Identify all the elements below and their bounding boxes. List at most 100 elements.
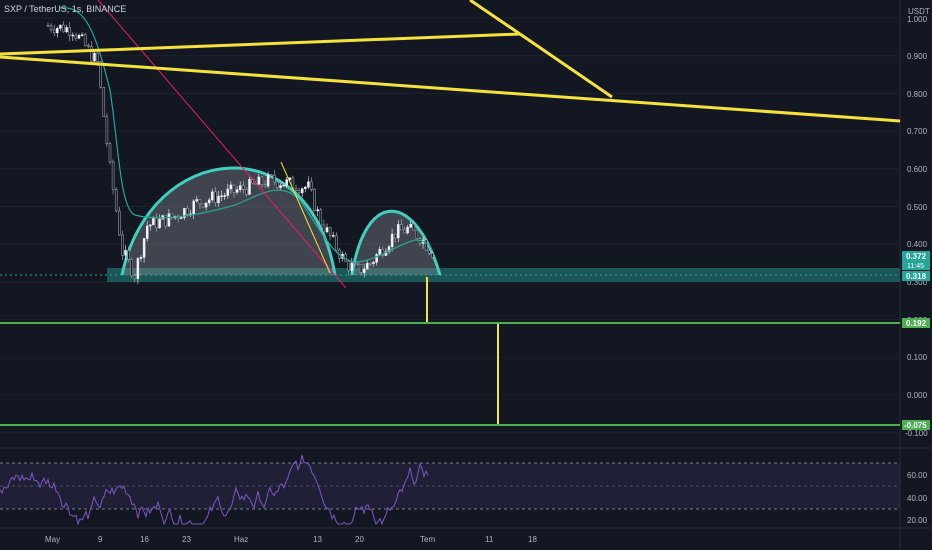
candle-body [127, 250, 130, 260]
candle-body [294, 188, 298, 192]
price-tick: 0.400 [907, 240, 928, 249]
candle-body [87, 45, 90, 47]
candle-body [71, 34, 75, 37]
candle-body [121, 234, 124, 256]
candle-body [62, 24, 65, 33]
candle-body [133, 275, 137, 279]
candle-body [390, 233, 394, 247]
candle-body [248, 179, 251, 195]
time-tick: Tem [420, 535, 435, 544]
candle-body [49, 25, 53, 31]
candle-body [400, 224, 403, 231]
candle-body [220, 195, 223, 198]
candle-body [269, 174, 273, 177]
candle-body [217, 195, 220, 204]
last-price-label: 0.372 [906, 252, 927, 261]
candle-body [136, 258, 140, 279]
rsi-tick: 60.00 [907, 471, 928, 480]
target-2-label: -0.075 [904, 421, 927, 430]
price-tick: 0.800 [907, 90, 928, 99]
candle-body [108, 143, 112, 163]
target-1-label: 0.192 [906, 319, 927, 328]
candle-body [198, 199, 202, 205]
candle-body [322, 224, 326, 233]
candle-body [310, 181, 313, 190]
time-tick: 11 [485, 535, 494, 544]
candle-body [130, 259, 133, 277]
candle-body [335, 235, 338, 251]
candle-body [375, 254, 378, 263]
candle-body [242, 185, 245, 190]
candle-body [155, 217, 158, 228]
candle-body [226, 188, 230, 196]
candle-body [263, 184, 267, 187]
candle-body [214, 191, 217, 204]
candle-body [238, 185, 242, 190]
time-tick: 9 [98, 535, 103, 544]
candle-body [83, 34, 87, 46]
candle-body [68, 27, 71, 36]
price-tick: 0.900 [907, 52, 928, 61]
candle-body [229, 184, 233, 190]
candle-body [195, 199, 199, 202]
candle-body [359, 264, 363, 273]
candle-body [232, 184, 236, 193]
candle-body [366, 262, 369, 270]
candle-body [257, 176, 261, 185]
candle-body [409, 223, 412, 228]
candle-body [285, 179, 288, 186]
candle-body [235, 189, 239, 193]
candle-body [347, 261, 350, 271]
candle-body [211, 191, 214, 201]
candle-body [328, 227, 332, 237]
candle-body [158, 218, 161, 228]
candle-body [201, 203, 205, 208]
candle-body [180, 217, 183, 219]
candle-body [114, 189, 118, 212]
time-tick: Haz [234, 535, 248, 544]
candle-body [307, 181, 310, 188]
candle-body [304, 186, 307, 189]
time-tick: May [45, 535, 60, 544]
candle-body [105, 116, 109, 144]
candle-body [378, 249, 381, 255]
price-chart[interactable]: USDT 1.000 0.900 0.800 0.700 0.600 0.500… [0, 0, 932, 550]
candle-body [186, 208, 189, 215]
candle-body [207, 199, 211, 204]
candle-body [204, 202, 208, 208]
rsi-tick: 20.00 [907, 516, 928, 525]
candle-body [111, 161, 115, 190]
candle-body [353, 262, 357, 265]
candle-body [149, 224, 152, 227]
candle-body [192, 200, 195, 215]
candle-body [424, 239, 428, 251]
time-tick: 13 [313, 535, 322, 544]
candle-body [260, 176, 264, 185]
candle-body [297, 190, 301, 194]
candle-body [350, 262, 354, 271]
candle-body [167, 213, 171, 227]
rsi-axis[interactable]: 60.00 40.00 20.00 [907, 471, 928, 525]
symbol-title: SXP / TetherUS, 1s, BINANCE [4, 4, 127, 14]
candle-body [279, 185, 282, 188]
candle-body [372, 261, 375, 264]
price-tick: 0.700 [907, 127, 928, 136]
candle-body [90, 46, 93, 62]
candle-body [56, 28, 59, 34]
candle-body [393, 233, 397, 239]
candle-body [282, 184, 285, 187]
candle-body [93, 52, 96, 62]
price-tick: 1.000 [907, 15, 928, 24]
candle-body [245, 189, 248, 195]
countdown-label: 11:45 [907, 263, 924, 270]
candle-body [276, 181, 279, 188]
candle-body [397, 224, 400, 239]
candle-body [406, 226, 409, 234]
time-tick: 20 [355, 535, 364, 544]
price-tick: 0.600 [907, 165, 928, 174]
price-tick: 0.000 [907, 391, 928, 400]
candle-body [65, 27, 68, 33]
candle-body [152, 217, 155, 226]
candle-body [74, 34, 78, 39]
candle-body [52, 29, 56, 34]
